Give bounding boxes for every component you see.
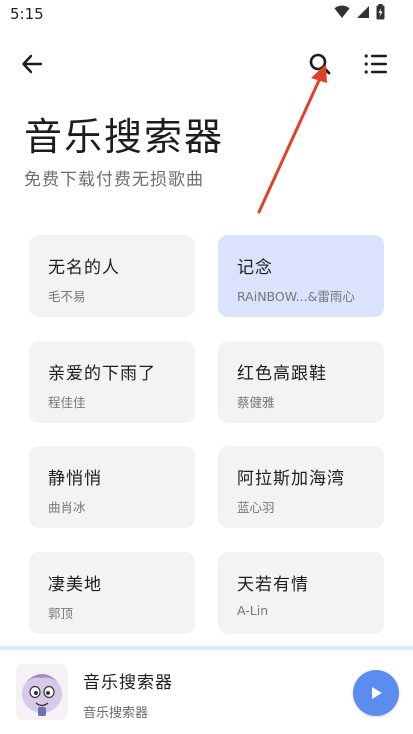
song-title: 亲爱的下雨了 bbox=[48, 364, 156, 384]
top-app-bar bbox=[0, 40, 413, 88]
play-icon bbox=[372, 687, 382, 699]
list-menu-button[interactable] bbox=[358, 46, 394, 82]
album-art-icon[interactable] bbox=[16, 664, 68, 720]
wifi-icon bbox=[334, 5, 350, 18]
mini-player[interactable]: 音乐搜索器 音乐搜索器 bbox=[0, 650, 413, 734]
song-artist: RAiNBOW...&雷雨心 bbox=[237, 289, 355, 304]
song-artist: 曲肖冰 bbox=[48, 500, 86, 515]
page-subtitle: 免费下载付费无损歌曲 bbox=[24, 170, 204, 190]
signal-icon bbox=[357, 6, 369, 18]
song-card[interactable]: 红色高跟鞋 蔡健雅 bbox=[218, 341, 384, 423]
battery-icon bbox=[376, 4, 385, 20]
song-artist: 毛不易 bbox=[48, 289, 86, 304]
song-card[interactable]: 阿拉斯加海湾 蓝心羽 bbox=[218, 446, 384, 528]
song-title: 天若有情 bbox=[237, 575, 309, 595]
status-icons bbox=[334, 4, 385, 20]
back-arrow-icon bbox=[22, 54, 43, 74]
song-artist: A-Lin bbox=[237, 603, 269, 618]
song-artist: 郭顶 bbox=[48, 606, 74, 621]
song-title: 静悄悄 bbox=[48, 469, 102, 489]
search-icon bbox=[309, 53, 331, 75]
search-button[interactable] bbox=[302, 46, 338, 82]
song-card-selected[interactable]: 记念 RAiNBOW...&雷雨心 bbox=[218, 235, 384, 317]
song-artist: 蔡健雅 bbox=[237, 395, 275, 410]
song-card[interactable]: 静悄悄 曲肖冰 bbox=[29, 446, 195, 528]
song-title: 无名的人 bbox=[48, 258, 120, 278]
status-time: 5:15 bbox=[10, 5, 44, 23]
song-title: 阿拉斯加海湾 bbox=[237, 469, 345, 489]
song-card[interactable]: 无名的人 毛不易 bbox=[29, 235, 195, 317]
player-title: 音乐搜索器 bbox=[83, 673, 173, 693]
song-artist: 蓝心羽 bbox=[237, 500, 275, 515]
song-title: 红色高跟鞋 bbox=[237, 364, 327, 384]
song-artist: 程佳佳 bbox=[48, 395, 86, 410]
status-bar: 5:15 bbox=[0, 0, 413, 30]
song-card[interactable]: 天若有情 A-Lin bbox=[218, 552, 384, 634]
song-card[interactable]: 亲爱的下雨了 程佳佳 bbox=[29, 341, 195, 423]
page-title: 音乐搜索器 bbox=[24, 115, 225, 159]
song-title: 凄美地 bbox=[48, 575, 102, 595]
list-menu-icon bbox=[364, 54, 387, 74]
back-button[interactable] bbox=[14, 46, 50, 82]
play-button[interactable] bbox=[353, 670, 399, 716]
player-subtitle: 音乐搜索器 bbox=[83, 706, 149, 721]
song-title: 记念 bbox=[237, 258, 273, 278]
song-card[interactable]: 凄美地 郭顶 bbox=[29, 552, 195, 634]
